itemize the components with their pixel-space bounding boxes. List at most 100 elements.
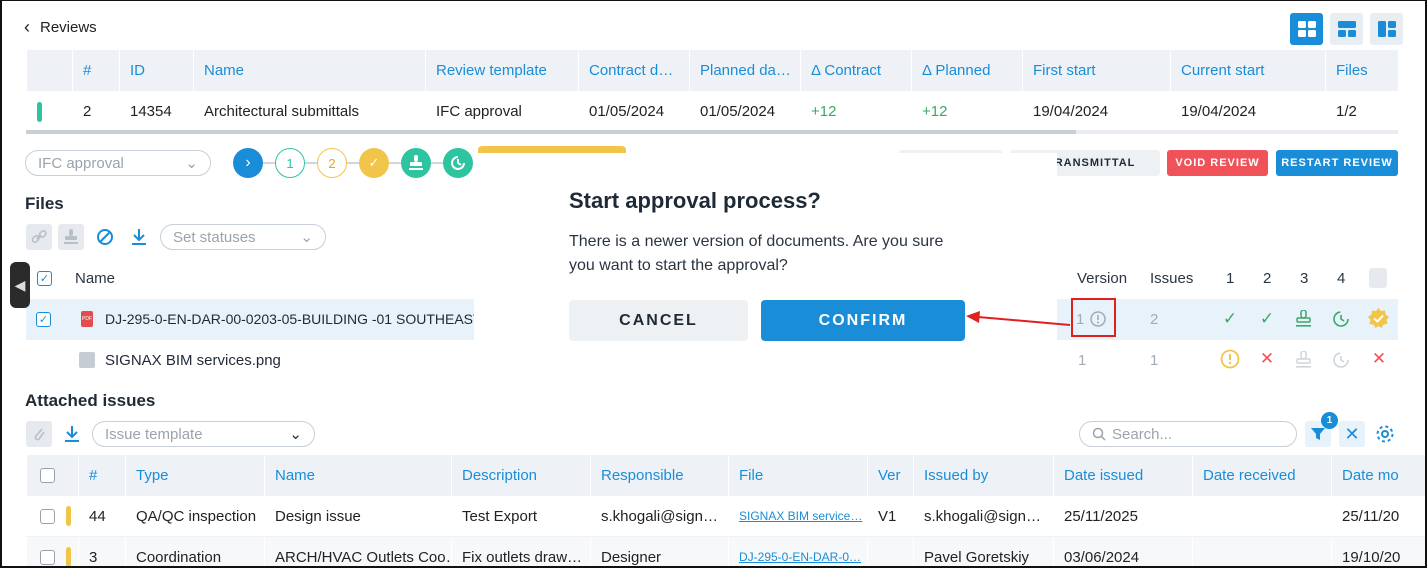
warning-circle-icon: [1220, 349, 1240, 369]
col-date-issued[interactable]: Date issued: [1053, 455, 1192, 496]
issue-template-select[interactable]: Issue template ⌄: [92, 421, 315, 447]
chevron-right-icon[interactable]: ›: [233, 148, 263, 178]
col-issues[interactable]: Issues: [1150, 270, 1193, 287]
col-planned-date[interactable]: Planned da…: [689, 50, 800, 91]
cross-icon: ✕: [1259, 349, 1275, 368]
col-date-received[interactable]: Date received: [1192, 455, 1331, 496]
document-check-icon: [1369, 268, 1387, 288]
col-step-2: 2: [1263, 270, 1272, 287]
grid-view-button[interactable]: [1290, 13, 1323, 45]
col-name[interactable]: Name: [264, 455, 451, 496]
col-responsible[interactable]: Responsible: [590, 455, 728, 496]
check-icon: ✓: [1259, 309, 1275, 328]
issue-type: QA/QC inspection: [125, 496, 264, 536]
col-id[interactable]: ID: [119, 50, 193, 91]
col-contract-date[interactable]: Contract d…: [578, 50, 689, 91]
issue-description: Test Export: [451, 496, 590, 536]
issue-issued-by: s.khogali@sign…: [913, 496, 1053, 536]
step-1[interactable]: 1: [275, 148, 305, 178]
split-horizontal-icon: [1337, 21, 1356, 37]
set-statuses-select[interactable]: Set statuses ⌄: [160, 224, 326, 250]
select-all-checkbox[interactable]: ✓: [37, 271, 52, 286]
horizontal-scrollbar[interactable]: [26, 130, 1398, 134]
review-template-select[interactable]: IFC approval ⌄: [25, 150, 211, 176]
row-select[interactable]: [26, 496, 78, 536]
cancel-button[interactable]: CANCEL: [569, 300, 748, 341]
attach-icon[interactable]: [26, 421, 52, 447]
annotation-arrow: [966, 311, 1071, 326]
status-marker: [26, 91, 72, 132]
issues-value[interactable]: 1: [1150, 352, 1158, 369]
col-version[interactable]: Ver: [867, 455, 913, 496]
attached-issues-title: Attached issues: [25, 391, 156, 410]
row-delta-planned: +12: [911, 91, 1022, 132]
col-step-1: 1: [1226, 270, 1235, 287]
issues-value[interactable]: 2: [1150, 311, 1158, 328]
issue-date-issued: 25/11/2025: [1053, 496, 1192, 536]
columns-view-button[interactable]: [1370, 13, 1403, 45]
sidebar-toggle-handle[interactable]: ◀: [10, 262, 30, 308]
col-review-template[interactable]: Review template: [425, 50, 578, 91]
col-type[interactable]: Type: [125, 455, 264, 496]
dialog-title: Start approval process?: [569, 188, 821, 213]
col-number[interactable]: #: [72, 50, 119, 91]
col-name[interactable]: Name: [75, 270, 115, 287]
col-name[interactable]: Name: [193, 50, 425, 91]
confirm-button[interactable]: CONFIRM: [761, 300, 965, 341]
col-delta-planned[interactable]: Δ Planned: [911, 50, 1022, 91]
file-name[interactable]: DJ-295-0-EN-DAR-00-0203-05-BUILDING -01 …: [105, 311, 512, 327]
step-2[interactable]: 2: [317, 148, 347, 178]
settings-gear-icon[interactable]: [1372, 421, 1398, 447]
download-icon[interactable]: [59, 421, 85, 447]
col-date-modified[interactable]: Date mo: [1331, 455, 1401, 496]
search-input[interactable]: Search...: [1079, 421, 1297, 447]
col-current-start[interactable]: Current start: [1170, 50, 1325, 91]
search-icon: [1092, 427, 1106, 441]
download-icon[interactable]: [126, 224, 152, 250]
check-icon[interactable]: ✓: [359, 148, 389, 178]
chevron-left-icon[interactable]: ‹: [24, 17, 30, 38]
issue-file-link[interactable]: SIGNAX BIM service…: [728, 496, 867, 536]
row-select[interactable]: [26, 537, 78, 566]
col-file[interactable]: File: [728, 455, 867, 496]
table-row[interactable]: 44 QA/QC inspection Design issue Test Ex…: [26, 496, 1425, 537]
file-name[interactable]: SIGNAX BIM services.png: [105, 352, 281, 369]
row-first-start: 19/04/2024: [1022, 91, 1170, 132]
issue-date-received: [1192, 537, 1331, 566]
row-checkbox[interactable]: ✓: [36, 312, 51, 327]
restart-review-button[interactable]: RESTART REVIEW: [1276, 150, 1398, 176]
col-issued-by[interactable]: Issued by: [913, 455, 1053, 496]
table-row[interactable]: 2 14354 Architectural submittals IFC app…: [26, 91, 1398, 132]
back-label[interactable]: Reviews: [40, 19, 97, 36]
version-value: 1: [1078, 352, 1087, 369]
block-icon[interactable]: [92, 224, 118, 250]
col-first-start[interactable]: First start: [1022, 50, 1170, 91]
approval-steps: › 1 2 ✓: [233, 148, 473, 178]
void-review-button[interactable]: VOID REVIEW: [1167, 150, 1268, 176]
col-description[interactable]: Description: [451, 455, 590, 496]
row-current-start: 19/04/2024: [1170, 91, 1325, 132]
col-number[interactable]: #: [78, 455, 125, 496]
pdf-file-icon: PDF: [81, 311, 93, 327]
history-icon[interactable]: [443, 148, 473, 178]
stamp-icon: [1296, 310, 1311, 327]
col-files[interactable]: Files: [1325, 50, 1398, 91]
stamp-icon[interactable]: [401, 148, 431, 178]
stamp-icon[interactable]: [58, 224, 84, 250]
issue-file-link[interactable]: DJ-295-0-EN-DAR-0…: [728, 537, 867, 566]
filter-count-badge: 1: [1321, 412, 1338, 429]
issue-date-received: [1192, 496, 1331, 536]
col-delta-contract[interactable]: Δ Contract: [800, 50, 911, 91]
annotation-highlight-box: [1071, 298, 1116, 337]
triangle-left-icon: ◀: [14, 276, 26, 293]
chevron-down-icon: ⌄: [300, 229, 313, 246]
breadcrumb[interactable]: ‹ Reviews: [24, 17, 97, 38]
split-view-button[interactable]: [1330, 13, 1363, 45]
history-icon: [1333, 352, 1349, 368]
link-icon[interactable]: [26, 224, 52, 250]
table-row[interactable]: 3 Coordination ARCH/HVAC Outlets Coo… Fi…: [26, 537, 1425, 566]
issue-date-modified: 25/11/20: [1331, 496, 1401, 536]
col-version[interactable]: Version: [1077, 270, 1127, 287]
image-file-icon: [79, 352, 95, 368]
clear-filter-icon[interactable]: ✕: [1339, 421, 1365, 447]
